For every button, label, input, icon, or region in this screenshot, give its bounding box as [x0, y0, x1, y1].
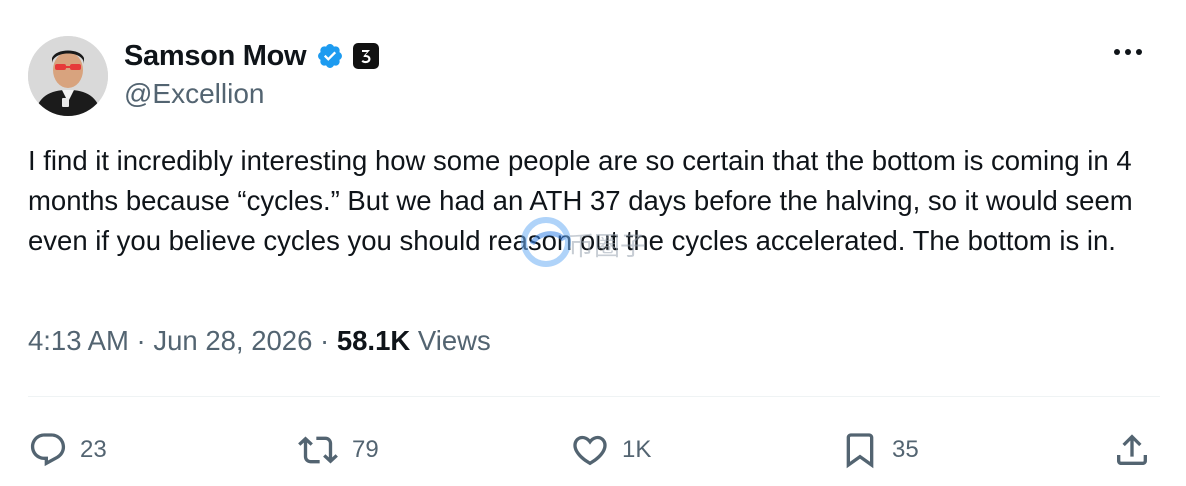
- reply-count: 23: [80, 436, 107, 463]
- like-count: 1K: [622, 436, 652, 463]
- repost-icon: [298, 436, 338, 464]
- avatar[interactable]: [28, 36, 108, 116]
- verified-badge-icon[interactable]: [316, 42, 344, 70]
- divider: [28, 396, 1160, 397]
- views-label: Views: [410, 325, 491, 356]
- share-button[interactable]: [1112, 430, 1152, 470]
- affiliation-badge-icon[interactable]: [352, 42, 380, 70]
- bookmark-count: 35: [892, 436, 919, 463]
- repost-button[interactable]: 79: [296, 430, 379, 470]
- author-handle[interactable]: @Excellion: [124, 78, 380, 110]
- more-options-button[interactable]: [1110, 36, 1146, 68]
- tweet-time[interactable]: 4:13 AM: [28, 325, 129, 357]
- author-block: Samson Mow @Excellion: [124, 36, 380, 110]
- bookmark-icon: [846, 433, 874, 469]
- reply-button[interactable]: 23: [28, 430, 107, 470]
- meta-separator: ·: [312, 325, 337, 356]
- bookmark-button[interactable]: 35: [840, 430, 919, 470]
- author-name[interactable]: Samson Mow: [124, 40, 307, 73]
- more-dots-icon: [1114, 49, 1142, 55]
- meta-separator: ·: [128, 325, 154, 356]
- views-count: 58.1K: [336, 325, 411, 356]
- heart-icon: [573, 435, 607, 466]
- share-icon: [1117, 434, 1147, 465]
- tweet-meta: 4:13 AM · Jun 28, 2026 · 58.1K Views: [28, 325, 491, 357]
- reply-icon: [30, 433, 66, 467]
- repost-count: 79: [352, 436, 379, 463]
- tweet-date[interactable]: Jun 28, 2026: [153, 325, 312, 357]
- tweet-text: I find it incredibly interesting how som…: [28, 145, 1133, 256]
- like-button[interactable]: 1K: [570, 430, 651, 470]
- author-name-row: Samson Mow: [124, 36, 380, 76]
